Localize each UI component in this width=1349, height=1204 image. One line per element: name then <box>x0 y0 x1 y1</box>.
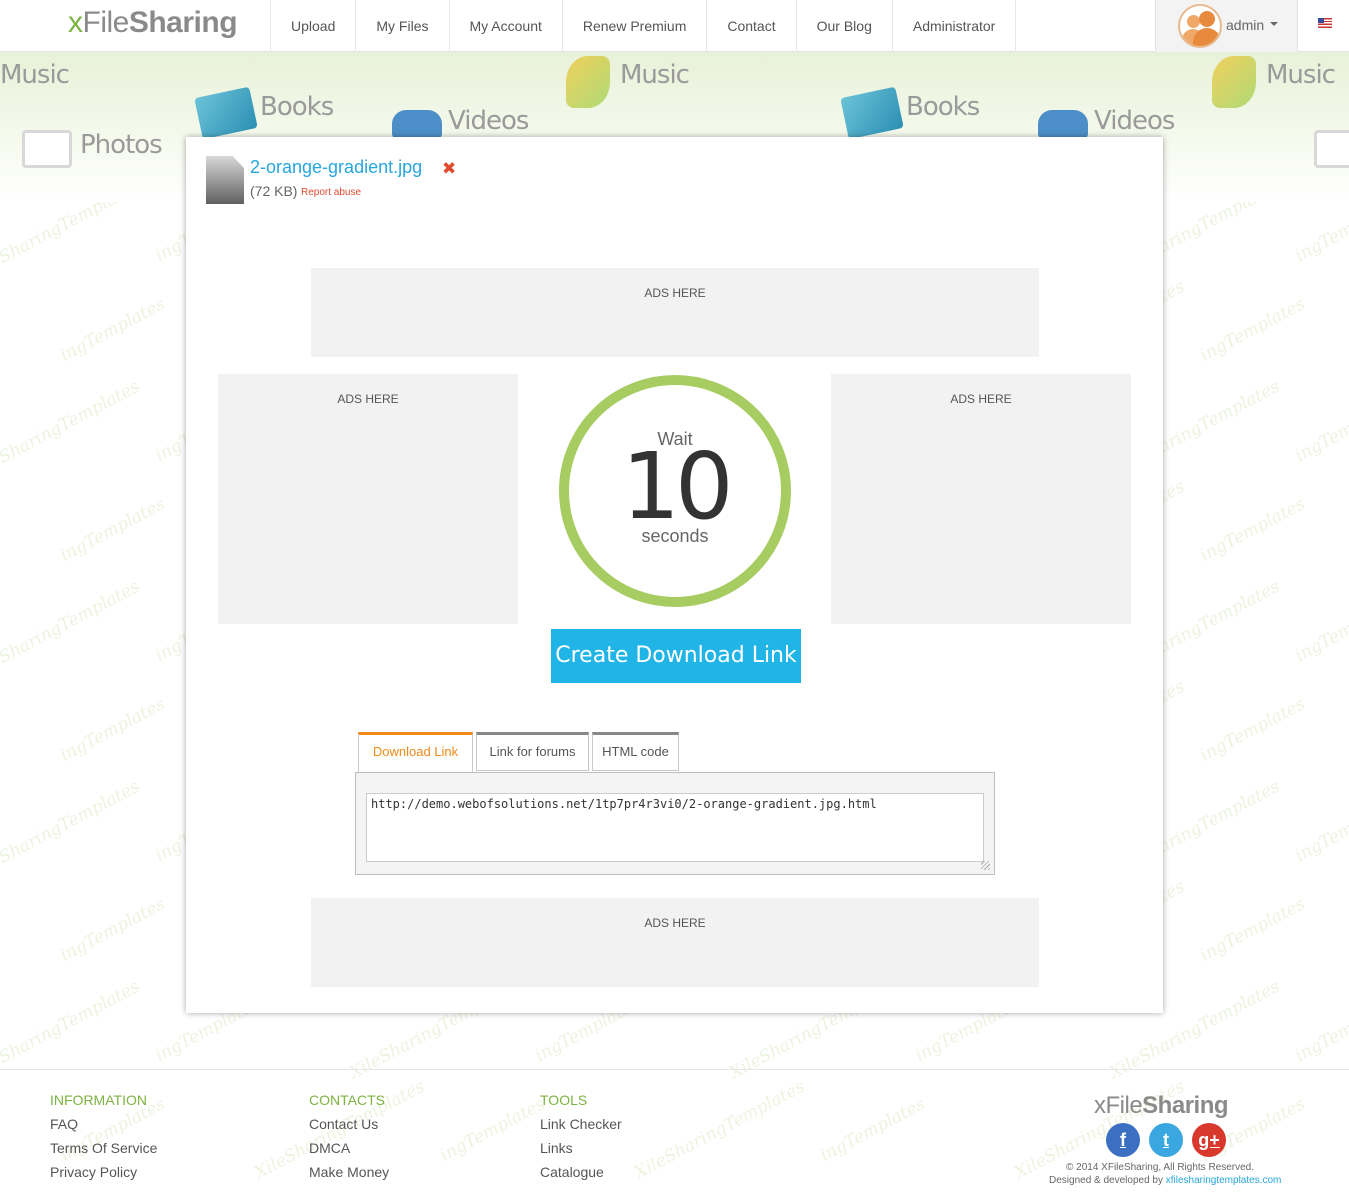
watermark-text: ingTemplates <box>1292 394 1349 466</box>
hero-category-photos: Photos <box>80 130 163 160</box>
report-abuse-link[interactable]: Report abuse <box>301 187 361 198</box>
footer-link-catalogue[interactable]: Catalogue <box>540 1164 622 1188</box>
watermark-text: ingTemplates <box>1197 894 1309 966</box>
watermark-text: XileSharingTemplates <box>0 776 144 884</box>
footer-information: INFORMATION FAQ Terms Of Service Privacy… <box>50 1092 157 1188</box>
footer-link-contact-us[interactable]: Contact Us <box>309 1116 389 1140</box>
create-download-link-button[interactable]: Create Download Link <box>551 629 801 683</box>
ad-box-right[interactable]: ADS HERE <box>831 374 1131 624</box>
footer-link-privacy[interactable]: Privacy Policy <box>50 1164 157 1188</box>
watermark-text: ingTemplates <box>1197 494 1309 566</box>
music-icon <box>1212 56 1256 108</box>
footer-heading: TOOLS <box>540 1092 588 1108</box>
nav-renew-premium[interactable]: Renew Premium <box>561 0 706 52</box>
ad-banner-bottom[interactable]: ADS HERE <box>311 898 1039 987</box>
watermark-text: ingTemplates <box>1292 594 1349 666</box>
watermark-text: ingTemplates <box>1197 294 1309 366</box>
footer-tools: TOOLS Link Checker Links Catalogue <box>540 1092 622 1188</box>
nav-our-blog[interactable]: Our Blog <box>795 0 892 52</box>
twitter-icon[interactable]: t <box>1149 1123 1183 1157</box>
watermark-text: ingTemplates <box>1197 694 1309 766</box>
ad-box-left[interactable]: ADS HERE <box>218 374 518 624</box>
credit-line: Designed & developed by xfilesharingtemp… <box>1049 1175 1282 1186</box>
footer-link-faq[interactable]: FAQ <box>50 1116 157 1140</box>
footer-logo: xFileSharing <box>1094 1092 1229 1119</box>
music-icon <box>566 56 610 108</box>
ad-banner-top[interactable]: ADS HERE <box>311 268 1039 357</box>
download-link-textarea[interactable]: http://demo.webofsolutions.net/1tp7pr4r3… <box>366 793 984 862</box>
nav-my-account[interactable]: My Account <box>448 0 562 52</box>
hero-category-books: Books <box>260 92 334 122</box>
footer-link-terms[interactable]: Terms Of Service <box>50 1140 157 1164</box>
avatar <box>1178 4 1222 48</box>
tab-download-link[interactable]: Download Link <box>358 732 473 773</box>
watermark-text: ingTemplates <box>57 294 169 366</box>
watermark-text: ingTemplates <box>1292 794 1349 866</box>
watermark-text: ingTemplates <box>1292 994 1349 1066</box>
tab-link-for-forums[interactable]: Link for forums <box>476 732 589 771</box>
videos-icon <box>1038 110 1088 138</box>
top-navbar: xFileSharing Upload My Files My Account … <box>0 0 1349 52</box>
hero-category-music: Music <box>620 60 690 90</box>
watermark-text: ingTemplates <box>57 894 169 966</box>
watermark-text: ingTemplates <box>1292 194 1349 266</box>
file-icon <box>206 156 244 204</box>
nav-contact[interactable]: Contact <box>706 0 795 52</box>
main-nav: Upload My Files My Account Renew Premium… <box>270 0 1017 52</box>
hero-category-videos: Videos <box>1094 106 1175 136</box>
footer-contacts: CONTACTS Contact Us DMCA Make Money <box>309 1092 389 1188</box>
watermark-text: ingTemplates <box>57 694 169 766</box>
google-plus-icon[interactable]: g+ <box>1192 1123 1226 1157</box>
footer-link-link-checker[interactable]: Link Checker <box>540 1116 622 1140</box>
file-name-link[interactable]: 2-orange-gradient.jpg <box>250 157 422 178</box>
facebook-icon[interactable]: f <box>1106 1123 1140 1157</box>
delete-icon[interactable]: ✖ <box>442 159 456 179</box>
nav-upload[interactable]: Upload <box>270 0 355 52</box>
tab-html-code[interactable]: HTML code <box>592 732 679 771</box>
footer: INFORMATION FAQ Terms Of Service Privacy… <box>0 1069 1349 1204</box>
watermark-text: XileSharingTemplates <box>0 976 144 1084</box>
watermark-text: XileSharingTemplates <box>0 376 144 484</box>
nav-administrator[interactable]: Administrator <box>891 0 1017 52</box>
hero-category-music: Music <box>0 60 70 90</box>
footer-heading: INFORMATION <box>50 1092 147 1108</box>
watermark-text: XileSharingTemplates <box>0 576 144 684</box>
hero-category-music: Music <box>1266 60 1336 90</box>
us-flag-icon[interactable] <box>1318 18 1332 28</box>
books-icon <box>194 86 258 140</box>
credit-link[interactable]: xfilesharingtemplates.com <box>1166 1175 1282 1186</box>
countdown-unit-label: seconds <box>641 526 709 546</box>
nav-my-files[interactable]: My Files <box>355 0 448 52</box>
link-panel: http://demo.webofsolutions.net/1tp7pr4r3… <box>355 772 995 875</box>
file-size: (72 KB) <box>250 183 298 199</box>
hero-category-videos: Videos <box>448 106 529 136</box>
footer-link-make-money[interactable]: Make Money <box>309 1164 389 1188</box>
videos-icon <box>392 110 442 138</box>
user-menu[interactable]: admin <box>1155 0 1298 52</box>
photos-icon <box>1314 130 1349 168</box>
footer-heading: CONTACTS <box>309 1092 385 1108</box>
countdown-value: 10 <box>621 433 733 540</box>
footer-link-dmca[interactable]: DMCA <box>309 1140 389 1164</box>
chevron-down-icon <box>1270 22 1278 26</box>
username: admin <box>1226 17 1265 33</box>
photos-icon <box>22 130 72 168</box>
site-logo[interactable]: xFileSharing <box>68 6 238 40</box>
copyright: © 2014 XFileSharing, All Rights Reserved… <box>1066 1162 1255 1173</box>
books-icon <box>840 86 904 140</box>
watermark-text: ingTemplates <box>57 494 169 566</box>
download-card: 2-orange-gradient.jpg ✖ (72 KB) Report a… <box>186 137 1163 1013</box>
hero-category-books: Books <box>906 92 980 122</box>
footer-link-links[interactable]: Links <box>540 1140 622 1164</box>
resize-handle[interactable] <box>981 861 990 870</box>
